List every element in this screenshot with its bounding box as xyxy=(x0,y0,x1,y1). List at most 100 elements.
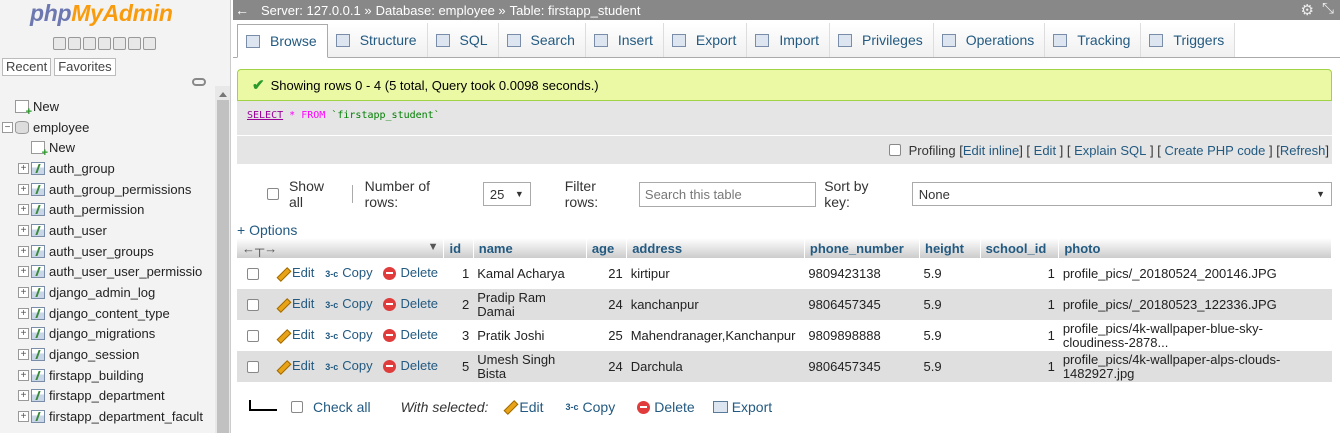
tree-item-label[interactable]: firstapp_building xyxy=(49,368,144,383)
edit-inline-link[interactable]: Edit inline xyxy=(963,143,1019,158)
bulk-copy-button[interactable]: Copy xyxy=(583,399,616,415)
row-edit-button[interactable]: Edit xyxy=(275,358,314,373)
row-edit-button[interactable]: Edit xyxy=(275,296,314,311)
tree-item-label[interactable]: employee xyxy=(33,120,89,135)
tab-import[interactable]: Import xyxy=(747,23,831,57)
expand-icon[interactable]: + xyxy=(18,204,29,216)
cell-height[interactable]: 5.9 xyxy=(919,351,981,382)
tree-item-new[interactable]: New xyxy=(0,137,215,159)
tree-item-firstapp-department[interactable]: + firstapp_department xyxy=(0,386,215,407)
cell-school-id[interactable]: 1 xyxy=(980,320,1059,351)
cell-age[interactable]: 21 xyxy=(586,258,627,289)
refresh-link[interactable]: Refresh xyxy=(1280,143,1326,158)
row-checkbox[interactable] xyxy=(247,360,259,373)
cell-phone[interactable]: 9806457345 xyxy=(804,289,920,320)
expand-icon[interactable]: + xyxy=(18,307,29,319)
row-delete-button[interactable]: Delete xyxy=(383,358,438,374)
cell-phone[interactable]: 9809423138 xyxy=(804,258,920,289)
row-checkbox[interactable] xyxy=(247,267,259,280)
tree-item-label[interactable]: auth_group_permissions xyxy=(49,182,191,197)
sort-dropdown-icon[interactable]: ▼ xyxy=(428,241,439,253)
column-header-phone-number[interactable]: phone_number xyxy=(804,238,921,258)
row-copy-button[interactable]: 3-c Copy xyxy=(325,296,372,311)
column-header-height[interactable]: height xyxy=(919,238,981,258)
create-php-code-link[interactable]: Create PHP code xyxy=(1164,143,1265,158)
edit-link[interactable]: Edit xyxy=(1034,143,1056,158)
tree-item-label[interactable]: firstapp_department xyxy=(49,388,165,403)
cell-height[interactable]: 5.9 xyxy=(919,320,981,351)
tree-item-firstapp-building[interactable]: + firstapp_building xyxy=(0,365,215,386)
cell-school-id[interactable]: 1 xyxy=(980,258,1059,289)
column-header-school-id[interactable]: school_id xyxy=(980,238,1060,258)
cell-photo[interactable]: profile_pics/4k-wallpaper-alps-clouds-14… xyxy=(1058,351,1332,382)
cell-height[interactable]: 5.9 xyxy=(919,258,981,289)
reload-icon[interactable] xyxy=(143,37,156,50)
tree-item-auth-user[interactable]: + auth_user xyxy=(0,220,215,241)
tree-item-label[interactable]: auth_user_groups xyxy=(49,244,154,259)
tree-item-label[interactable]: firstapp_department_facult xyxy=(49,409,203,424)
check-all-checkbox[interactable] xyxy=(291,401,303,413)
gear-icon[interactable] xyxy=(128,37,141,50)
expand-icon[interactable]: + xyxy=(18,245,29,257)
bulk-delete-button[interactable]: Delete xyxy=(654,399,694,415)
cell-address[interactable]: Mahendranager,Kanchanpur xyxy=(626,320,805,351)
breadcrumb-database[interactable]: Database: employee » xyxy=(376,3,506,18)
favorites-button[interactable]: Favorites xyxy=(54,58,116,76)
link-icon[interactable] xyxy=(192,78,206,86)
collapse-nav-icon[interactable]: ← xyxy=(233,2,251,18)
options-toggle[interactable]: + Options xyxy=(237,222,297,238)
tree-item-auth-group-permissions[interactable]: + auth_group_permissions xyxy=(0,179,215,200)
cell-name[interactable]: Pratik Joshi xyxy=(473,320,587,351)
tree-item-label[interactable]: auth_user xyxy=(49,223,107,238)
cell-address[interactable]: Darchula xyxy=(626,351,805,382)
row-copy-button[interactable]: 3-c Copy xyxy=(325,327,372,342)
breadcrumb-server[interactable]: Server: 127.0.0.1 » xyxy=(261,3,372,18)
check-all-label[interactable]: Check all xyxy=(313,399,371,415)
tab-search[interactable]: Search xyxy=(498,23,586,57)
tree-item-django-migrations[interactable]: + django_migrations xyxy=(0,324,215,345)
column-header-address[interactable]: address xyxy=(626,238,805,258)
sql-keyword-select[interactable]: SELECT xyxy=(247,110,283,121)
scroll-up-icon[interactable] xyxy=(219,92,227,97)
copy-icon[interactable] xyxy=(113,37,126,50)
profiling-checkbox[interactable] xyxy=(888,144,901,156)
docs-icon[interactable] xyxy=(98,37,111,50)
expand-icon[interactable]: + xyxy=(18,411,29,423)
cell-school-id[interactable]: 1 xyxy=(980,351,1059,382)
tree-item-label[interactable]: New xyxy=(33,99,59,114)
maximize-icon[interactable]: ⤡ xyxy=(1322,0,1334,17)
settings-gear-icon[interactable]: ⚙ xyxy=(1301,1,1314,19)
tab-browse[interactable]: Browse xyxy=(237,24,328,58)
expand-icon[interactable]: + xyxy=(18,369,29,381)
column-header-id[interactable]: id xyxy=(443,238,474,258)
cell-photo[interactable]: profile_pics/_20180524_200146.JPG xyxy=(1058,258,1332,289)
column-header-photo[interactable]: photo xyxy=(1058,238,1332,258)
row-delete-button[interactable]: Delete xyxy=(383,296,438,312)
tree-item-django-content-type[interactable]: + django_content_type xyxy=(0,303,215,324)
row-edit-button[interactable]: Edit xyxy=(275,327,314,342)
cell-age[interactable]: 24 xyxy=(586,351,627,382)
tree-item-auth-group[interactable]: + auth_group xyxy=(0,158,215,179)
expand-icon[interactable]: + xyxy=(18,224,29,236)
expand-icon[interactable]: + xyxy=(18,287,29,299)
cell-photo[interactable]: profile_pics/4k-wallpaper-blue-sky-cloud… xyxy=(1058,320,1332,351)
column-arrows-header[interactable]: ←┬→ ▼ xyxy=(237,238,445,258)
expand-icon[interactable]: − xyxy=(2,121,13,133)
tree-item-label[interactable]: auth_group xyxy=(49,161,115,176)
cell-id[interactable]: 2 xyxy=(443,289,474,320)
tree-item-django-admin-log[interactable]: + django_admin_log xyxy=(0,282,215,303)
filter-rows-input[interactable]: Search this table xyxy=(638,181,817,207)
tree-item-new[interactable]: New xyxy=(0,96,215,118)
cell-height[interactable]: 5.9 xyxy=(919,289,981,320)
row-delete-button[interactable]: Delete xyxy=(383,327,438,343)
tab-triggers[interactable]: Triggers xyxy=(1141,23,1236,57)
row-edit-button[interactable]: Edit xyxy=(275,265,314,280)
tab-privileges[interactable]: Privileges xyxy=(830,23,934,57)
help-icon[interactable] xyxy=(83,37,96,50)
tree-item-auth-user-user-permissio[interactable]: + auth_user_user_permissio xyxy=(0,262,215,283)
row-copy-button[interactable]: 3-c Copy xyxy=(325,358,372,373)
expand-icon[interactable]: + xyxy=(18,349,29,361)
expand-icon[interactable]: + xyxy=(18,162,29,174)
logout-icon[interactable] xyxy=(68,37,81,50)
row-delete-button[interactable]: Delete xyxy=(383,265,438,281)
